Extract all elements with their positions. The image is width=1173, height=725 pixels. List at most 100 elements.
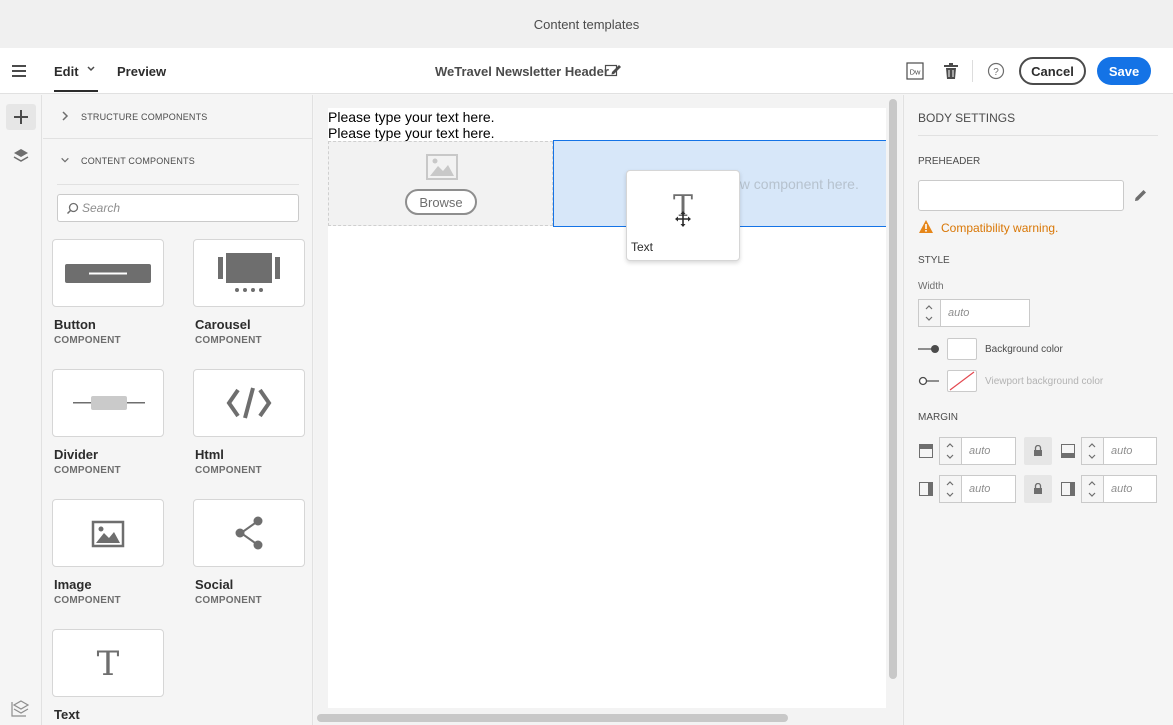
plus-icon <box>14 110 28 124</box>
component-type: COMPONENT <box>195 335 262 346</box>
stepper-arrows-icon <box>1088 481 1096 497</box>
content-components-accordion[interactable]: CONTENT COMPONENTS <box>43 139 312 183</box>
window-title-bar: Content templates <box>0 0 1173 48</box>
lock-icon <box>1034 483 1042 494</box>
style-label: STYLE <box>918 255 950 266</box>
width-stepper[interactable] <box>918 299 940 327</box>
component-name: Image <box>54 577 92 592</box>
component-type: COMPONENT <box>54 335 121 346</box>
image-icon <box>426 154 458 180</box>
text-move-icon: T <box>673 189 693 227</box>
drop-zone-text: ew component here. <box>732 176 859 192</box>
drag-preview-text: T Text <box>626 170 740 261</box>
stepper-arrows-icon <box>925 305 933 321</box>
component-tile-button[interactable] <box>52 239 164 307</box>
component-tile-text[interactable]: T <box>52 629 164 697</box>
margin-bottom-icon <box>1061 444 1075 458</box>
component-tile-social[interactable] <box>193 499 305 567</box>
image-placeholder[interactable]: Browse <box>328 141 553 226</box>
component-type: COMPONENT <box>54 595 121 606</box>
component-tile-divider[interactable] <box>52 369 164 437</box>
vertical-scrollbar[interactable] <box>889 99 897 679</box>
dw-label: Dw <box>910 68 921 77</box>
text-block[interactable]: Please type your text here. <box>328 125 495 141</box>
add-components-button[interactable] <box>6 104 36 130</box>
width-label: Width <box>918 281 944 292</box>
svg-text:T: T <box>97 644 120 684</box>
component-name: Text <box>54 707 80 722</box>
component-name: Social <box>195 577 234 592</box>
help-icon[interactable]: ? <box>987 62 1005 80</box>
divider-line <box>57 184 299 185</box>
stepper-arrows-icon <box>946 481 954 497</box>
search-input[interactable] <box>82 200 282 216</box>
viewport-background-toggle[interactable] <box>918 376 940 386</box>
structure-components-accordion[interactable]: STRUCTURE COMPONENTS <box>43 95 312 139</box>
text-block[interactable]: Please type your text here. <box>328 109 495 125</box>
compatibility-warning: Compatibility warning. <box>941 221 1059 235</box>
margin-bottom-stepper[interactable] <box>1081 437 1103 465</box>
margin-lock-vertical[interactable] <box>1024 437 1052 465</box>
toolbar-separator <box>972 60 973 82</box>
no-color-icon <box>949 371 975 391</box>
horizontal-scrollbar[interactable] <box>317 714 788 722</box>
carousel-icon <box>218 253 280 292</box>
tab-preview[interactable]: Preview <box>117 64 166 79</box>
svg-text:?: ? <box>993 67 999 78</box>
text-icon: T <box>97 644 120 684</box>
component-tile-html[interactable] <box>193 369 305 437</box>
window-title: Content templates <box>533 16 640 32</box>
margin-left-stepper[interactable] <box>939 475 961 503</box>
margin-left-icon <box>919 482 933 496</box>
pencil-icon[interactable] <box>1133 188 1148 203</box>
preheader-input[interactable] <box>918 180 1124 211</box>
search-icon <box>66 202 79 215</box>
chevron-down-icon <box>61 157 69 163</box>
save-button[interactable]: Save <box>1097 57 1151 85</box>
components-panel: STRUCTURE COMPONENTS CONTENT COMPONENTS … <box>43 95 313 725</box>
chevron-down-icon[interactable] <box>86 65 96 73</box>
content-components-label: CONTENT COMPONENTS <box>81 156 195 166</box>
layers-icon[interactable] <box>12 147 30 165</box>
background-color-toggle[interactable] <box>918 344 940 354</box>
margin-top-icon <box>919 444 933 458</box>
component-name: Divider <box>54 447 99 462</box>
margin-lock-horizontal[interactable] <box>1024 475 1052 503</box>
dreamweaver-icon[interactable]: Dw <box>906 62 924 80</box>
email-body[interactable]: Please type your text here. Please type … <box>328 108 886 708</box>
margin-top-stepper[interactable] <box>939 437 961 465</box>
component-name: Button <box>54 317 96 332</box>
component-name: Html <box>195 447 224 462</box>
margin-right-field[interactable]: auto <box>1103 475 1157 503</box>
component-tile-image[interactable] <box>52 499 164 567</box>
edit-title-icon[interactable] <box>604 62 622 78</box>
body-settings-title: BODY SETTINGS <box>918 111 1016 125</box>
divider-icon <box>73 396 145 410</box>
preheader-label: PREHEADER <box>918 156 981 167</box>
margin-right-stepper[interactable] <box>1081 475 1103 503</box>
lock-icon <box>1034 445 1042 456</box>
background-color-label: Background color <box>985 344 1063 355</box>
stepper-arrows-icon <box>946 443 954 459</box>
warning-icon <box>919 220 933 233</box>
component-tile-carousel[interactable] <box>193 239 305 307</box>
trash-icon[interactable] <box>942 62 960 80</box>
settings-layers-icon[interactable] <box>10 698 32 718</box>
cancel-button[interactable]: Cancel <box>1019 57 1086 85</box>
component-search[interactable] <box>57 194 299 222</box>
viewport-background-label: Viewport background color <box>985 376 1104 387</box>
viewport-background-swatch[interactable] <box>947 370 977 392</box>
browse-button[interactable]: Browse <box>405 189 477 215</box>
button-icon <box>65 264 151 283</box>
divider-line <box>918 135 1158 136</box>
tab-edit[interactable]: Edit <box>54 64 79 79</box>
hamburger-menu-icon[interactable] <box>11 64 27 78</box>
left-rail <box>0 95 42 725</box>
margin-left-field[interactable]: auto <box>961 475 1016 503</box>
chevron-right-icon <box>62 111 69 121</box>
margin-bottom-field[interactable]: auto <box>1103 437 1157 465</box>
width-field[interactable]: auto <box>940 299 1030 327</box>
margin-right-icon <box>1061 482 1075 496</box>
background-color-swatch[interactable] <box>947 338 977 360</box>
margin-top-field[interactable]: auto <box>961 437 1016 465</box>
